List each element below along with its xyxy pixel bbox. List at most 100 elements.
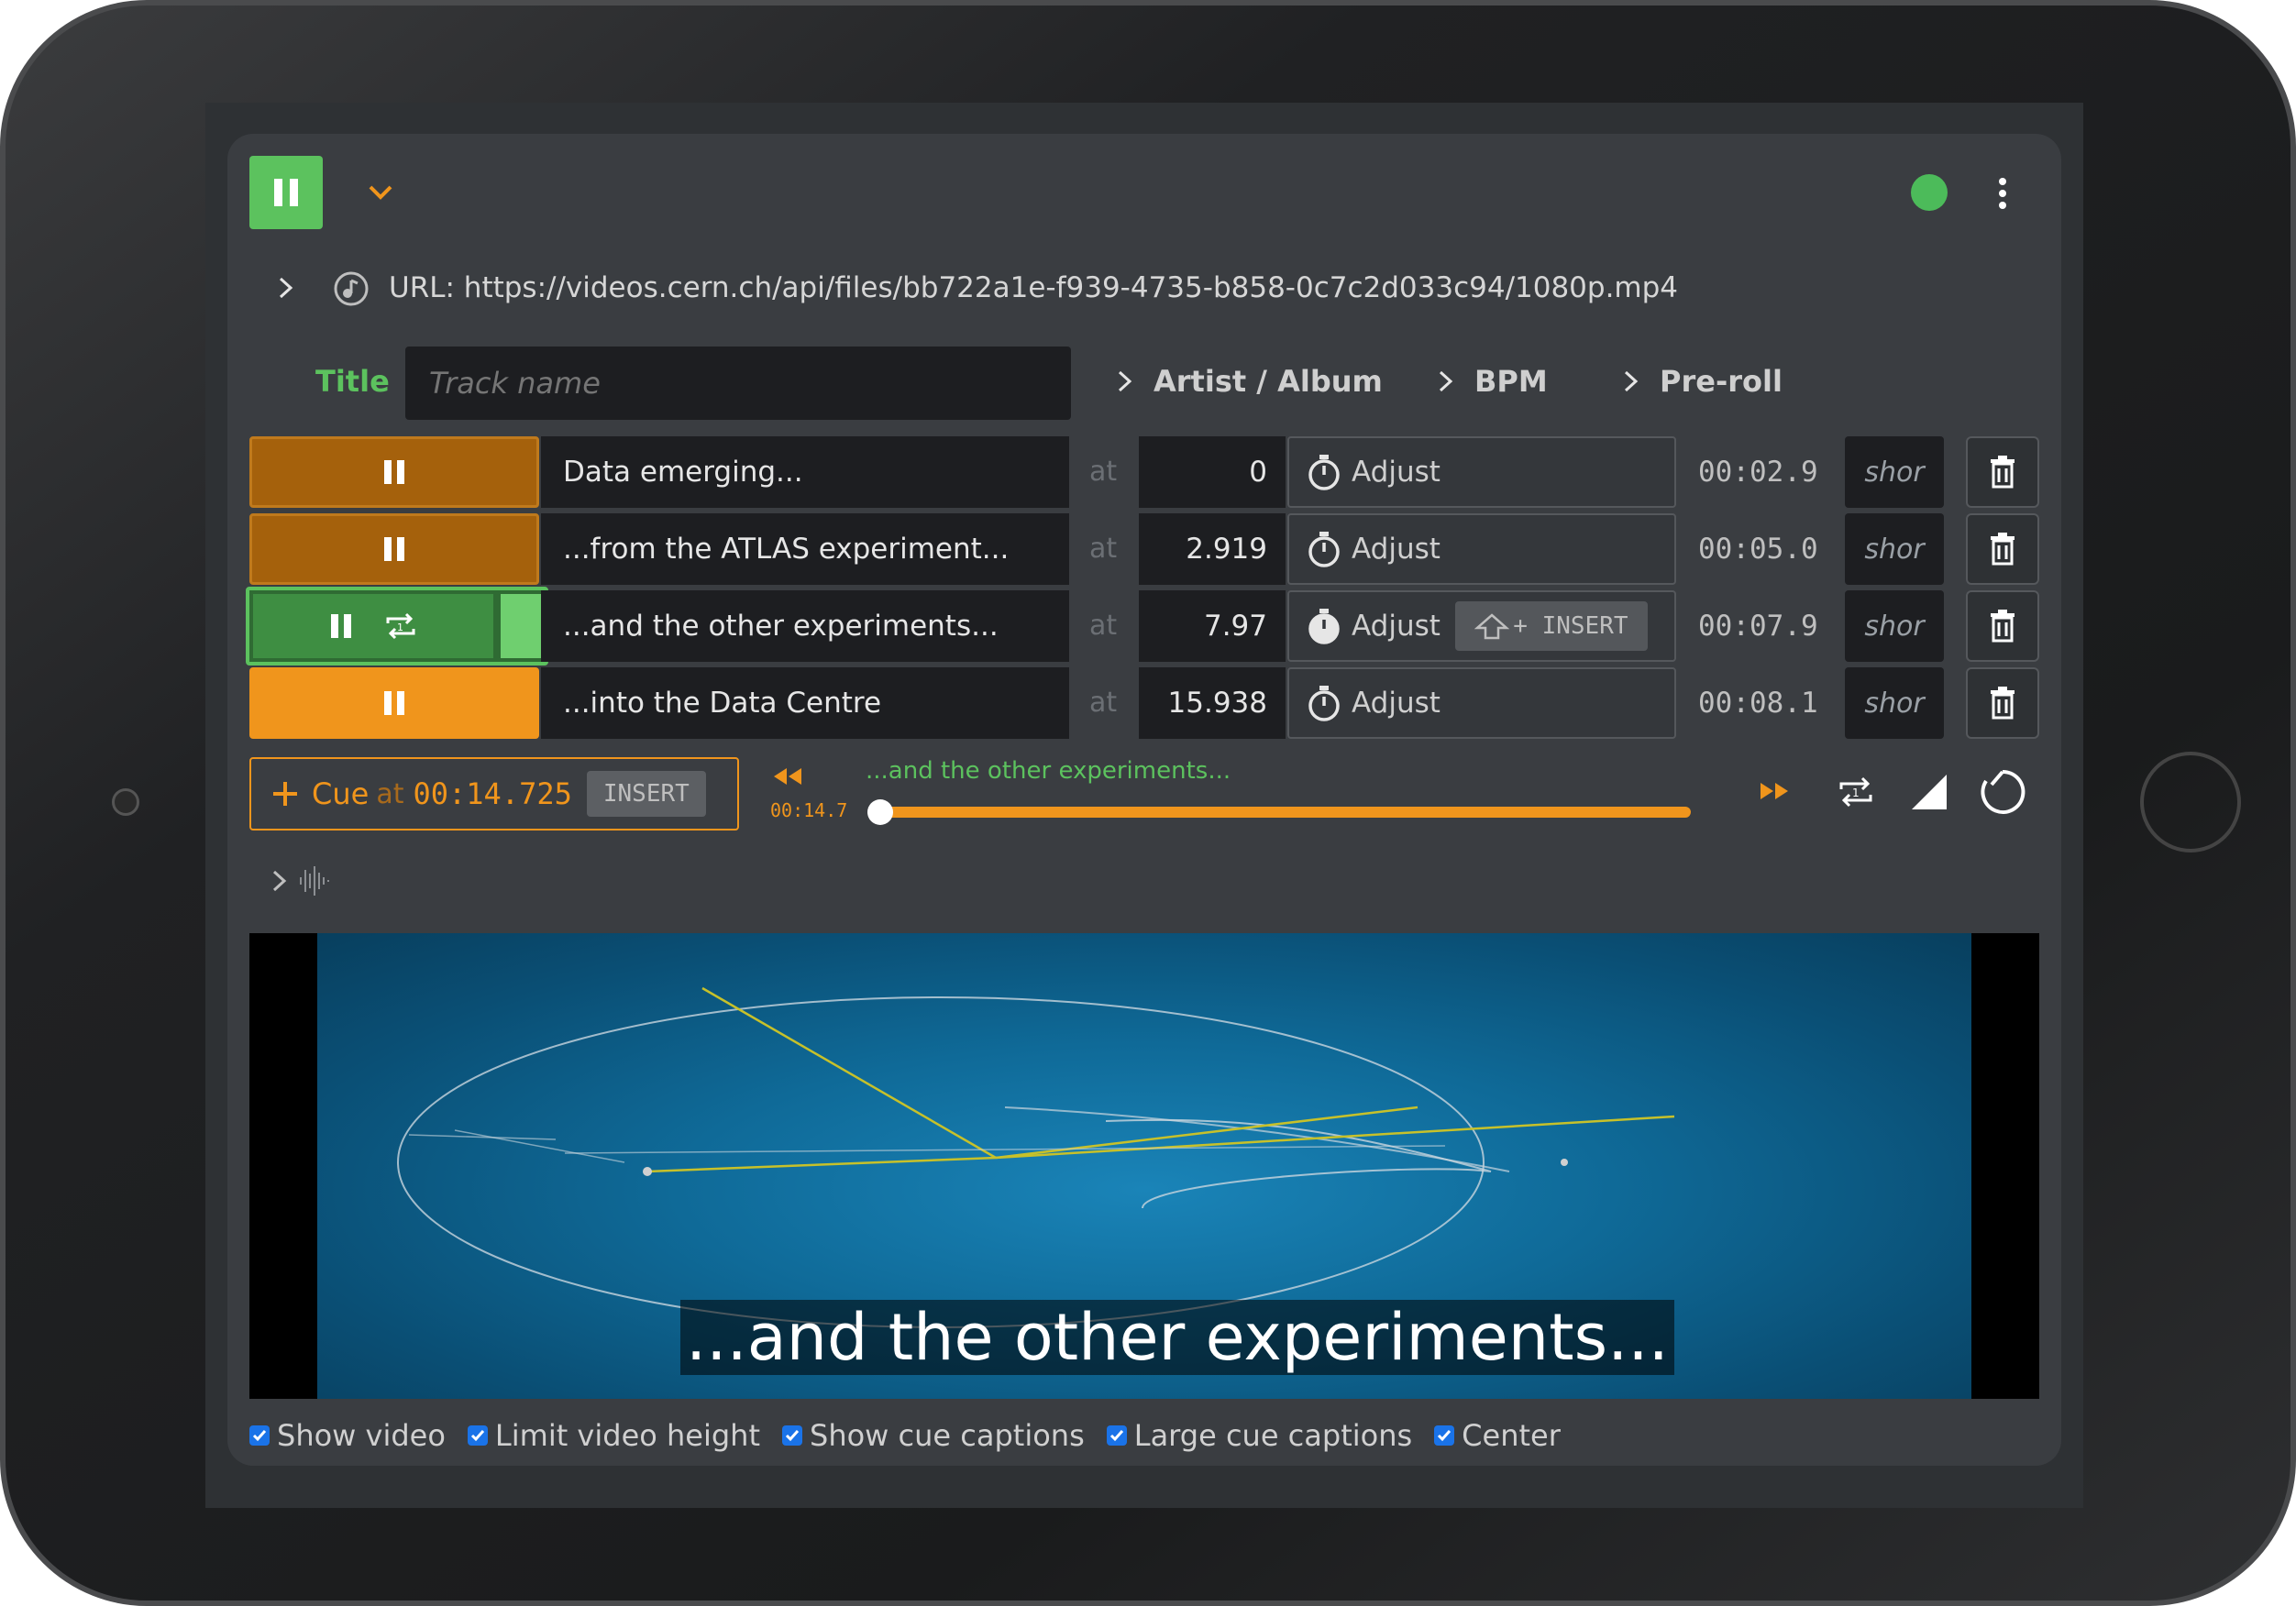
cue-at-value[interactable]: 2.919 [1139, 513, 1286, 585]
seek-thumb[interactable] [867, 799, 893, 825]
cue-at-value[interactable]: 15.938 [1139, 667, 1286, 739]
rewind-button[interactable] [768, 761, 807, 792]
volume-ramp-icon [1912, 775, 1947, 809]
video-player[interactable]: ...and the other experiments... [249, 933, 2039, 1399]
play-pause-button[interactable] [249, 156, 323, 229]
checkbox[interactable] [782, 1425, 802, 1446]
option-show-cue-captions[interactable]: Show cue captions [782, 1418, 1085, 1453]
cue-play-button[interactable] [249, 667, 539, 739]
chevron-right-icon [1624, 370, 1639, 392]
home-button[interactable] [2140, 752, 2241, 852]
cue-duration: 00:07.9 [1698, 610, 1818, 643]
option-limit-video-height[interactable]: Limit video height [467, 1418, 760, 1453]
rewind-icon [774, 768, 801, 785]
seek-bar[interactable] [877, 807, 1691, 818]
cue-insert-label: + INSERT [1513, 612, 1628, 640]
cue-delete-button[interactable] [1966, 513, 2039, 585]
status-indicator [1911, 174, 1948, 211]
title-label: Title [315, 364, 390, 399]
checkbox[interactable] [249, 1425, 270, 1446]
cue-text[interactable]: ...and the other experiments... [541, 590, 1069, 662]
artist-album-expand[interactable]: Artist / Album [1117, 361, 1383, 402]
cue-insert-button[interactable]: + INSERT [1454, 601, 1648, 651]
volume-button[interactable] [1907, 770, 1951, 814]
waveform-toggle[interactable] [271, 862, 330, 900]
cue-active-fill: 1 [253, 594, 493, 658]
cue-adjust-button[interactable]: Adjust + INSERT [1287, 590, 1676, 662]
trash-icon [1991, 456, 2015, 489]
cue-duration: 00:05.0 [1698, 533, 1818, 566]
camera-dot [112, 788, 139, 816]
cue-shortcut-field[interactable]: shor [1845, 513, 1944, 585]
cue-play-button[interactable] [249, 513, 539, 585]
video-options: Show video Limit video height Show cue c… [249, 1415, 1583, 1456]
chevron-right-icon [272, 870, 287, 892]
artist-album-label: Artist / Album [1154, 364, 1383, 399]
cue-adjust-button[interactable]: Adjust [1287, 667, 1676, 739]
media-url: URL: https://videos.cern.ch/api/files/bb… [389, 271, 1679, 304]
trash-icon [1991, 533, 2015, 566]
chevron-right-icon [1118, 370, 1132, 392]
option-center[interactable]: Center [1434, 1418, 1561, 1453]
cue-play-button[interactable] [249, 436, 539, 508]
track-name-input[interactable] [405, 346, 1071, 420]
cue-duration: 00:08.1 [1698, 687, 1818, 720]
video-caption: ...and the other experiments... [680, 1300, 1674, 1375]
cue-at-value[interactable]: 7.97 [1139, 590, 1286, 662]
chevron-down-icon [369, 185, 392, 200]
cue-progress-marker [501, 594, 541, 658]
url-expand-button[interactable] [270, 270, 303, 306]
cue-delete-button[interactable] [1966, 436, 2039, 508]
pause-icon [274, 179, 298, 206]
cue-adjust-label: Adjust [1352, 610, 1441, 643]
cue-delete-button[interactable] [1966, 590, 2039, 662]
speed-button[interactable] [1977, 766, 2028, 818]
cue-text[interactable]: ...into the Data Centre [541, 667, 1069, 739]
checkbox[interactable] [467, 1425, 488, 1446]
pause-icon [331, 614, 351, 638]
preroll-expand[interactable]: Pre-roll [1623, 361, 1783, 402]
bpm-label: BPM [1474, 364, 1548, 399]
plus-icon [273, 782, 297, 806]
audio-file-icon [332, 270, 370, 308]
pause-icon [384, 460, 404, 484]
pause-icon [384, 691, 404, 715]
trash-icon [1991, 687, 2015, 720]
add-cue-button[interactable]: Cue at 00:14.725 INSERT [249, 757, 739, 830]
checkbox[interactable] [1434, 1425, 1455, 1446]
fast-forward-icon [1761, 783, 1788, 799]
cue-shortcut-field[interactable]: shor [1845, 667, 1944, 739]
option-label: Center [1462, 1418, 1561, 1453]
pause-icon [384, 537, 404, 561]
cue-text[interactable]: Data emerging... [541, 436, 1069, 508]
preroll-label: Pre-roll [1660, 364, 1783, 399]
bpm-expand[interactable]: BPM [1438, 361, 1548, 402]
kebab-icon [1999, 178, 2006, 209]
more-menu-button[interactable] [1984, 170, 2021, 216]
loop-one-icon: 1 [386, 612, 415, 640]
option-show-video[interactable]: Show video [249, 1418, 446, 1453]
cue-at-label: at [1089, 687, 1118, 719]
cue-play-button-active[interactable]: 1 [246, 587, 548, 666]
fast-forward-button[interactable] [1755, 776, 1794, 807]
waveform-icon [300, 866, 329, 896]
shift-icon [1474, 613, 1510, 640]
option-label: Show video [277, 1418, 446, 1453]
speed-gauge-icon [1981, 769, 2026, 814]
loop-button[interactable]: 1 [1834, 770, 1878, 814]
loop-one-icon: 1 [1839, 776, 1872, 808]
expand-dropdown-button[interactable] [359, 174, 402, 211]
cue-shortcut-field[interactable]: shor [1845, 436, 1944, 508]
cue-delete-button[interactable] [1966, 667, 2039, 739]
cue-adjust-label: Adjust [1352, 533, 1441, 566]
option-label: Limit video height [494, 1418, 760, 1453]
cue-adjust-button[interactable]: Adjust [1287, 513, 1676, 585]
cue-text[interactable]: ...from the ATLAS experiment... [541, 513, 1069, 585]
cue-shortcut-field[interactable]: shor [1845, 590, 1944, 662]
chevron-right-icon [279, 277, 293, 299]
svg-text:1: 1 [1852, 786, 1860, 799]
checkbox[interactable] [1106, 1425, 1127, 1446]
cue-adjust-button[interactable]: Adjust [1287, 436, 1676, 508]
option-large-cue-captions[interactable]: Large cue captions [1106, 1418, 1412, 1453]
cue-at-value[interactable]: 0 [1139, 436, 1286, 508]
